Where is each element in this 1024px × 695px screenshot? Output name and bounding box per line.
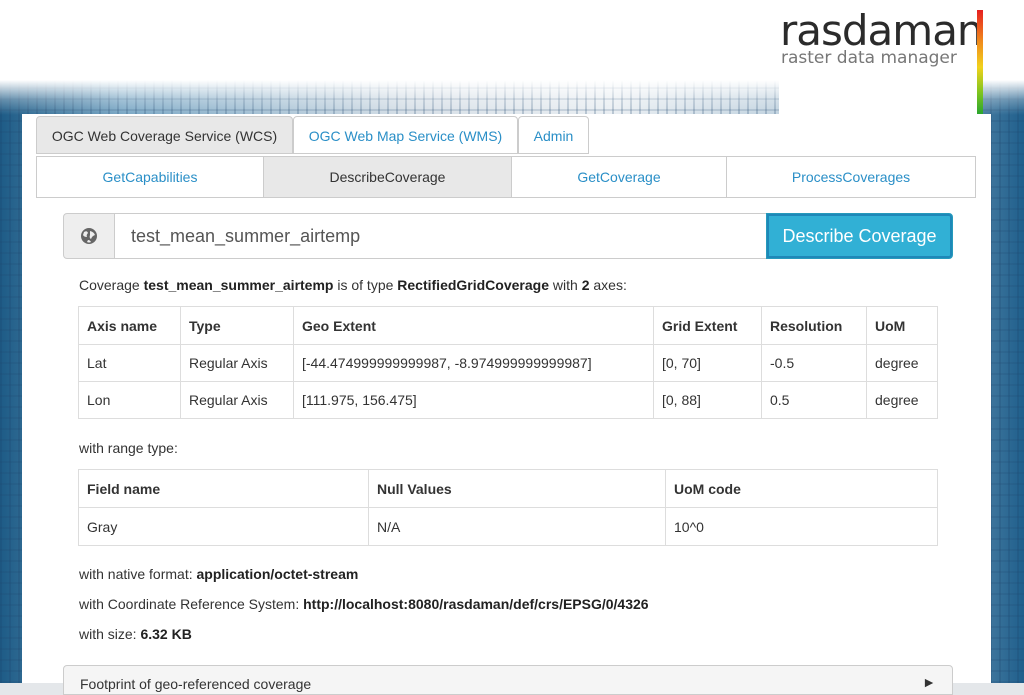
coverage-search: Describe Coverage xyxy=(63,213,953,259)
column-header: Grid Extent xyxy=(653,306,762,345)
coverage-summary: Coverage test_mean_summer_airtemp is of … xyxy=(79,277,627,293)
globe-icon xyxy=(63,213,115,259)
footprint-label: Footprint of geo-referenced coverage xyxy=(80,676,312,692)
tab-getcoverage[interactable]: GetCoverage xyxy=(511,156,727,198)
table-row: Lat Regular Axis [-44.474999999999987, -… xyxy=(78,344,938,382)
tab-admin[interactable]: Admin xyxy=(518,116,589,154)
tab-wms[interactable]: OGC Web Map Service (WMS) xyxy=(293,116,518,154)
native-format-value: application/octet-stream xyxy=(196,566,359,582)
wcs-operation-tabs: GetCapabilities DescribeCoverage GetCove… xyxy=(36,156,976,198)
column-header: Resolution xyxy=(761,306,867,345)
tab-getcapabilities[interactable]: GetCapabilities xyxy=(36,156,264,198)
column-header: Type xyxy=(180,306,294,345)
column-header: Axis name xyxy=(78,306,181,345)
coverage-id-input[interactable] xyxy=(114,213,767,259)
column-header: Field name xyxy=(78,469,369,508)
column-header: Null Values xyxy=(368,469,666,508)
summary-text: with xyxy=(549,277,582,293)
native-format: with native format: application/octet-st… xyxy=(79,566,358,582)
table-cell: Gray xyxy=(78,507,369,546)
crs: with Coordinate Reference System: http:/… xyxy=(79,596,649,612)
describe-coverage-button[interactable]: Describe Coverage xyxy=(766,213,953,259)
logo-color-bar xyxy=(977,10,983,114)
column-header: Geo Extent xyxy=(293,306,654,345)
table-cell: [-44.474999999999987, -8.974999999999987… xyxy=(293,344,654,382)
summary-suffix: axes: xyxy=(589,277,627,293)
axes-table: Axis name Type Geo Extent Grid Extent Re… xyxy=(78,306,938,419)
size-label: with size: xyxy=(79,626,141,642)
range-type-label: with range type: xyxy=(79,440,178,456)
range-type-table: Field name Null Values UoM code Gray N/A… xyxy=(78,469,938,546)
table-cell: Regular Axis xyxy=(180,381,294,419)
table-cell: [0, 88] xyxy=(653,381,762,419)
coverage-id: test_mean_summer_airtemp xyxy=(143,277,334,293)
crs-value: http://localhost:8080/rasdaman/def/crs/E… xyxy=(303,596,649,612)
size-value: 6.32 KB xyxy=(140,626,192,642)
table-cell: 10^0 xyxy=(665,507,938,546)
summary-text: is of type xyxy=(333,277,398,293)
coverage-size: with size: 6.32 KB xyxy=(79,626,192,642)
table-header-row: Axis name Type Geo Extent Grid Extent Re… xyxy=(78,306,938,345)
table-cell: degree xyxy=(866,344,938,382)
table-cell: -0.5 xyxy=(761,344,867,382)
column-header: UoM xyxy=(866,306,938,345)
tab-describecoverage[interactable]: DescribeCoverage xyxy=(263,156,512,198)
footprint-panel-header[interactable]: Footprint of geo-referenced coverage ► xyxy=(63,665,953,695)
table-cell: N/A xyxy=(368,507,666,546)
crs-label: with Coordinate Reference System: xyxy=(79,596,304,612)
table-row: Lon Regular Axis [111.975, 156.475] [0, … xyxy=(78,381,938,419)
logo-tagline: raster data manager xyxy=(781,48,957,68)
chevron-right-icon: ► xyxy=(922,674,936,690)
table-row: Gray N/A 10^0 xyxy=(78,507,938,546)
table-cell: [0, 70] xyxy=(653,344,762,382)
coverage-type: RectifiedGridCoverage xyxy=(397,277,549,293)
table-cell: degree xyxy=(866,381,938,419)
table-cell: Regular Axis xyxy=(180,344,294,382)
summary-prefix: Coverage xyxy=(79,277,144,293)
table-header-row: Field name Null Values UoM code xyxy=(78,469,938,508)
native-format-label: with native format: xyxy=(79,566,197,582)
table-cell: [111.975, 156.475] xyxy=(293,381,654,419)
table-cell: Lon xyxy=(78,381,181,419)
table-cell: 0.5 xyxy=(761,381,867,419)
column-header: UoM code xyxy=(665,469,938,508)
tab-wcs[interactable]: OGC Web Coverage Service (WCS) xyxy=(36,116,293,154)
tab-processcoverages[interactable]: ProcessCoverages xyxy=(726,156,976,198)
table-cell: Lat xyxy=(78,344,181,382)
